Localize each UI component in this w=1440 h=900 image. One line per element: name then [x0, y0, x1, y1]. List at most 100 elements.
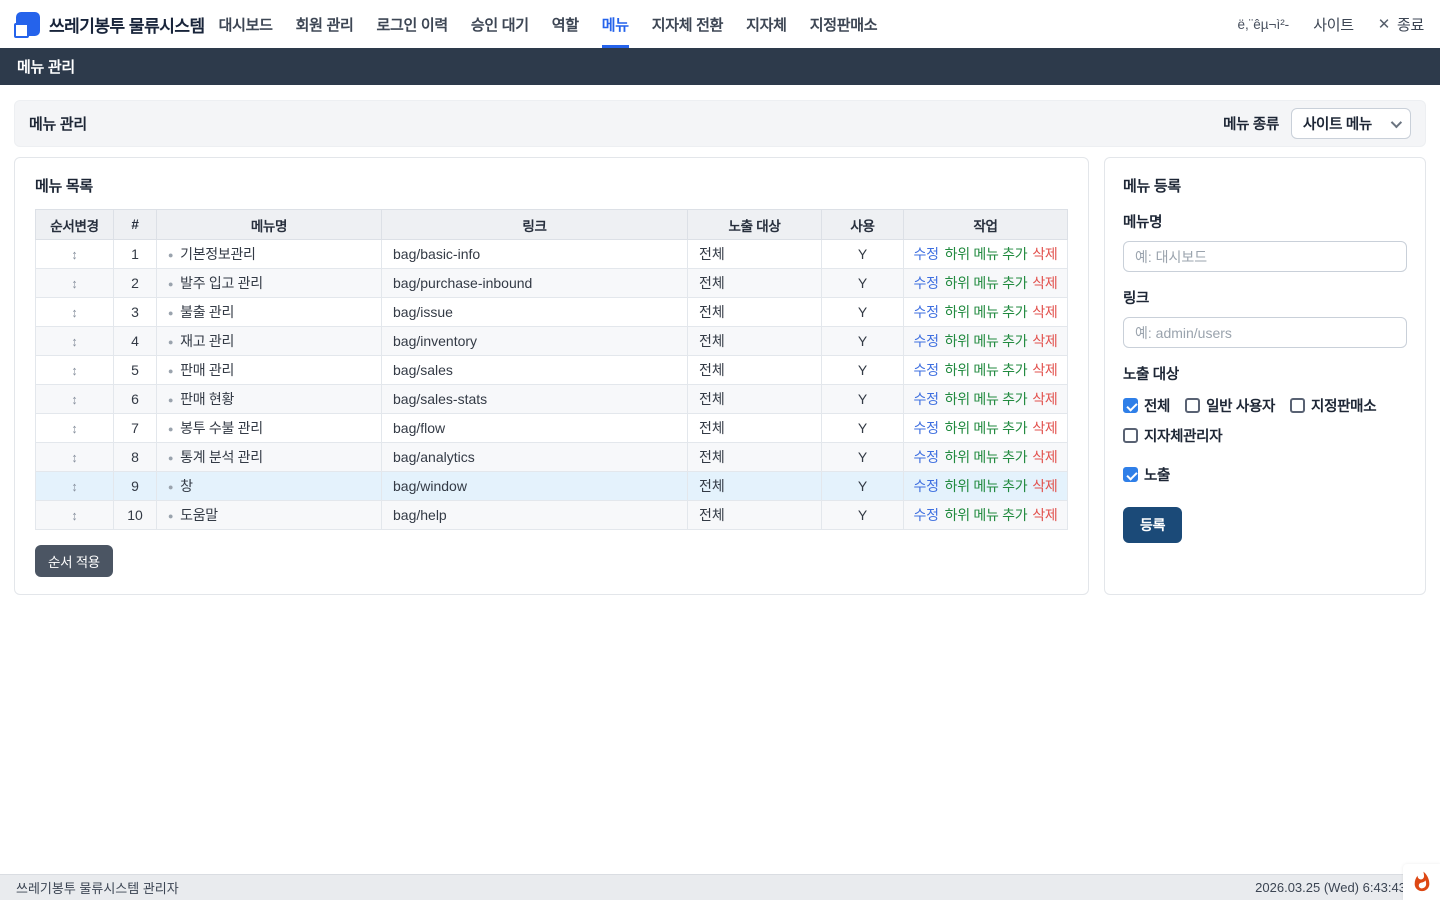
edit-link[interactable]: 수정 — [913, 449, 938, 465]
edit-link[interactable]: 수정 — [913, 246, 938, 262]
menu-link-cell: bag/sales-stats — [382, 385, 688, 414]
delete-link[interactable]: 삭제 — [1032, 449, 1057, 465]
table-row[interactable]: ↕ 4 ●재고 관리 bag/inventory 전체 Y 수정하위 메뉴 추가… — [36, 327, 1068, 356]
table-row[interactable]: ↕ 3 ●불출 관리 bag/issue 전체 Y 수정하위 메뉴 추가삭제 — [36, 298, 1068, 327]
register-button[interactable]: 등록 — [1123, 507, 1182, 543]
add-submenu-link[interactable]: 하위 메뉴 추가 — [945, 507, 1028, 523]
menu-type-value: 사이트 메뉴 — [1303, 113, 1372, 134]
edit-link[interactable]: 수정 — [913, 333, 938, 349]
row-number: 2 — [114, 269, 157, 298]
table-row[interactable]: ↕ 7 ●봉투 수불 관리 bag/flow 전체 Y 수정하위 메뉴 추가삭제 — [36, 414, 1068, 443]
nav-item[interactable]: 메뉴 — [602, 0, 629, 48]
visible-checkbox[interactable]: 노출 — [1123, 464, 1407, 485]
nav-item[interactable]: 로그인 이력 — [377, 0, 448, 48]
table-row[interactable]: ↕ 1 ●기본정보관리 bag/basic-info 전체 Y 수정하위 메뉴 … — [36, 240, 1068, 269]
target-checkbox[interactable]: 지정판매소 — [1290, 395, 1376, 416]
menu-link-cell: bag/analytics — [382, 443, 688, 472]
footer: 쓰레기봉투 물류시스템 관리자 2026.03.25 (Wed) 6:43:43 — [0, 874, 1440, 900]
drag-handle-icon[interactable]: ↕ — [71, 421, 78, 436]
delete-link[interactable]: 삭제 — [1032, 275, 1057, 291]
exit-link[interactable]: ✕ 종료 — [1378, 14, 1424, 35]
delete-link[interactable]: 삭제 — [1032, 362, 1057, 378]
table-row[interactable]: ↕ 9 ●창 bag/window 전체 Y 수정하위 메뉴 추가삭제 — [36, 472, 1068, 501]
menu-name-input[interactable] — [1123, 241, 1407, 272]
target-cell: 전체 — [688, 356, 822, 385]
edit-link[interactable]: 수정 — [913, 420, 938, 436]
nav-item[interactable]: 지자체 — [746, 0, 787, 48]
table-row[interactable]: ↕ 5 ●판매 관리 bag/sales 전체 Y 수정하위 메뉴 추가삭제 — [36, 356, 1068, 385]
drag-handle-icon[interactable]: ↕ — [71, 305, 78, 320]
nav-item[interactable]: 승인 대기 — [471, 0, 529, 48]
delete-link[interactable]: 삭제 — [1032, 420, 1057, 436]
table-row[interactable]: ↕ 10 ●도움말 bag/help 전체 Y 수정하위 메뉴 추가삭제 — [36, 501, 1068, 530]
menu-name-text: 기본정보관리 — [180, 246, 255, 262]
checkbox-icon — [1123, 398, 1138, 413]
add-submenu-link[interactable]: 하위 메뉴 추가 — [945, 362, 1028, 378]
menu-link-cell: bag/purchase-inbound — [382, 269, 688, 298]
drag-handle-icon[interactable]: ↕ — [71, 508, 78, 523]
row-number: 5 — [114, 356, 157, 385]
drag-handle-icon[interactable]: ↕ — [71, 450, 78, 465]
edit-link[interactable]: 수정 — [913, 507, 938, 523]
nav-item[interactable]: 지정판매소 — [810, 0, 878, 48]
use-cell: Y — [822, 298, 904, 327]
add-submenu-link[interactable]: 하위 메뉴 추가 — [945, 304, 1028, 320]
target-checkbox[interactable]: 일반 사용자 — [1185, 395, 1275, 416]
row-number: 3 — [114, 298, 157, 327]
nav-item[interactable]: 대시보드 — [219, 0, 273, 48]
target-cell: 전체 — [688, 414, 822, 443]
delete-link[interactable]: 삭제 — [1032, 304, 1057, 320]
menu-type-select[interactable]: 사이트 메뉴 — [1291, 108, 1411, 139]
table-row[interactable]: ↕ 6 ●판매 현황 bag/sales-stats 전체 Y 수정하위 메뉴 … — [36, 385, 1068, 414]
menu-register-title: 메뉴 등록 — [1123, 175, 1407, 196]
add-submenu-link[interactable]: 하위 메뉴 추가 — [945, 391, 1028, 407]
drag-handle-icon[interactable]: ↕ — [71, 276, 78, 291]
dot-icon: ● — [168, 279, 173, 289]
menu-link-input[interactable] — [1123, 317, 1407, 348]
target-cell: 전체 — [688, 240, 822, 269]
checkbox-label: 전체 — [1144, 395, 1170, 416]
delete-link[interactable]: 삭제 — [1032, 246, 1057, 262]
row-number: 4 — [114, 327, 157, 356]
main-content: 메뉴 목록 순서변경 # 메뉴명 링크 노출 대상 사용 작업 ↕ 1 ●기본정… — [14, 157, 1426, 595]
target-cell: 전체 — [688, 327, 822, 356]
target-cell: 전체 — [688, 298, 822, 327]
exit-label: 종료 — [1397, 14, 1424, 35]
drag-handle-icon[interactable]: ↕ — [71, 247, 78, 262]
edit-link[interactable]: 수정 — [913, 275, 938, 291]
add-submenu-link[interactable]: 하위 메뉴 추가 — [945, 449, 1028, 465]
menu-link-cell: bag/issue — [382, 298, 688, 327]
use-cell: Y — [822, 414, 904, 443]
site-link[interactable]: 사이트 — [1313, 14, 1354, 35]
edit-link[interactable]: 수정 — [913, 478, 938, 494]
page-title: 메뉴 관리 — [29, 113, 87, 134]
delete-link[interactable]: 삭제 — [1032, 507, 1057, 523]
drag-handle-icon[interactable]: ↕ — [71, 479, 78, 494]
add-submenu-link[interactable]: 하위 메뉴 추가 — [945, 420, 1028, 436]
nav-item[interactable]: 역할 — [552, 0, 579, 48]
add-submenu-link[interactable]: 하위 메뉴 추가 — [945, 478, 1028, 494]
nav-item[interactable]: 회원 관리 — [296, 0, 354, 48]
drag-handle-icon[interactable]: ↕ — [71, 363, 78, 378]
brand-link[interactable]: 쓰레기봉투 물류시스템 — [16, 0, 205, 48]
edit-link[interactable]: 수정 — [913, 304, 938, 320]
delete-link[interactable]: 삭제 — [1032, 333, 1057, 349]
brand-title: 쓰레기봉투 물류시스템 — [49, 12, 205, 37]
drag-handle-icon[interactable]: ↕ — [71, 392, 78, 407]
edit-link[interactable]: 수정 — [913, 362, 938, 378]
add-submenu-link[interactable]: 하위 메뉴 추가 — [945, 275, 1028, 291]
row-number: 9 — [114, 472, 157, 501]
target-checkbox[interactable]: 지자체관리자 — [1123, 425, 1222, 446]
add-submenu-link[interactable]: 하위 메뉴 추가 — [945, 333, 1028, 349]
nav-item[interactable]: 지자체 전환 — [652, 0, 723, 48]
apply-order-button[interactable]: 순서 적용 — [35, 545, 113, 577]
add-submenu-link[interactable]: 하위 메뉴 추가 — [945, 246, 1028, 262]
edit-link[interactable]: 수정 — [913, 391, 938, 407]
table-row[interactable]: ↕ 8 ●통계 분석 관리 bag/analytics 전체 Y 수정하위 메뉴… — [36, 443, 1068, 472]
use-cell: Y — [822, 501, 904, 530]
delete-link[interactable]: 삭제 — [1032, 391, 1057, 407]
delete-link[interactable]: 삭제 — [1032, 478, 1057, 494]
table-row[interactable]: ↕ 2 ●발주 입고 관리 bag/purchase-inbound 전체 Y … — [36, 269, 1068, 298]
target-checkbox[interactable]: 전체 — [1123, 395, 1170, 416]
drag-handle-icon[interactable]: ↕ — [71, 334, 78, 349]
